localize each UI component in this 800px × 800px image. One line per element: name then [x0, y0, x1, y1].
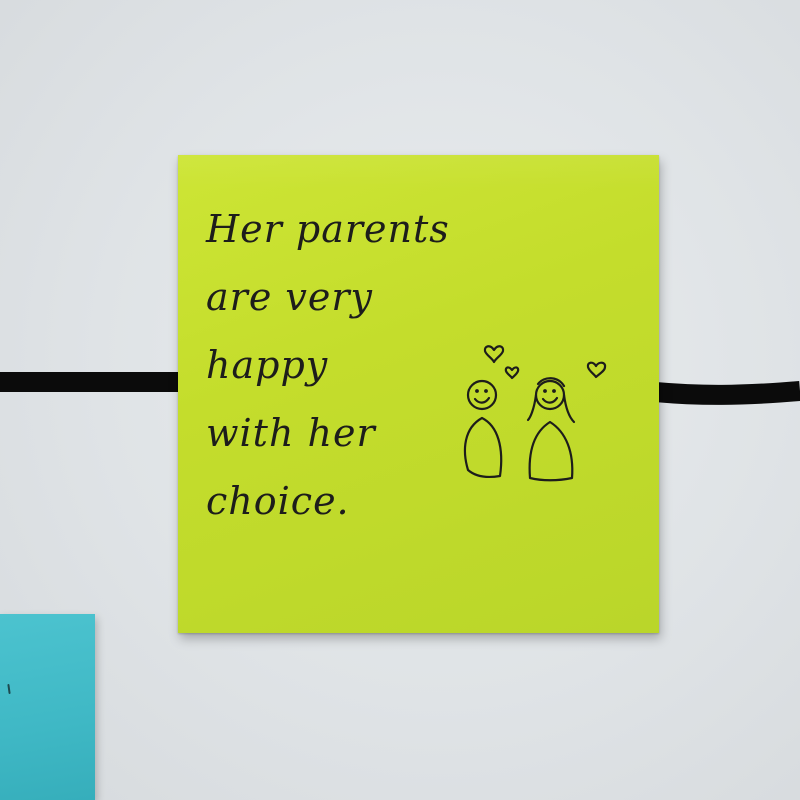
heart-icon: [483, 345, 505, 364]
note-line: Her parents: [206, 207, 450, 251]
note-line: are very: [206, 275, 373, 319]
whiteboard-wall: Her parents are very happy with her choi…: [0, 0, 800, 800]
couple-doodle: [463, 345, 607, 482]
pen-mark: [7, 683, 11, 695]
sticky-note-green[interactable]: Her parents are very happy with her choi…: [178, 155, 659, 633]
heart-icon: [586, 361, 607, 379]
sticky-note-blue[interactable]: [0, 614, 95, 800]
heart-icon: [504, 366, 520, 380]
